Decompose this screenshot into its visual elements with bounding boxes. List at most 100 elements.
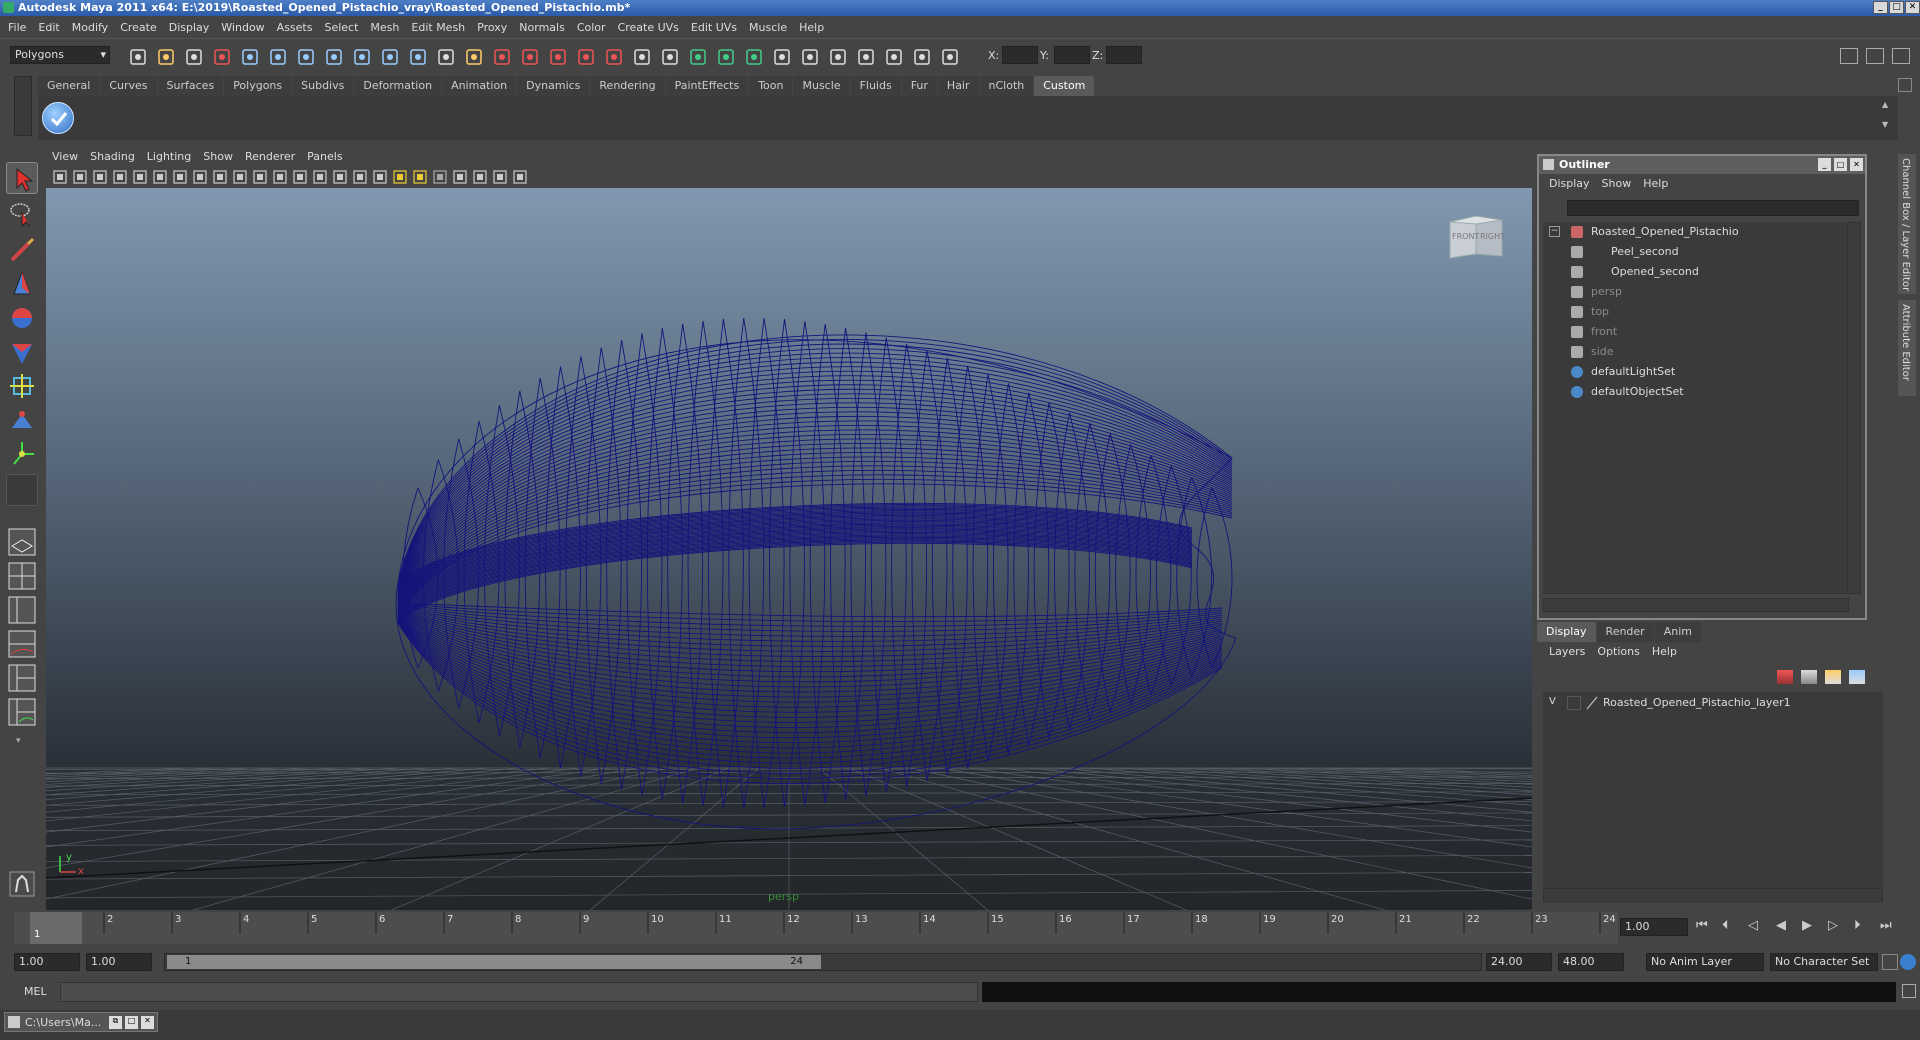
view-cube[interactable]: FRONT RIGHT	[1446, 210, 1506, 260]
menu-assets[interactable]: Assets	[271, 18, 319, 38]
hypershade-layout-icon[interactable]	[6, 662, 38, 694]
step-back-key-icon[interactable]: ⏴	[1722, 918, 1729, 933]
lock-selection-icon[interactable]	[632, 47, 652, 67]
outliner-item[interactable]: defaultLightSet	[1571, 362, 1675, 382]
select-camera-icon[interactable]	[52, 169, 68, 185]
side-tab-channel-box[interactable]: Channel Box / Layer Editor	[1898, 154, 1916, 294]
sel-surfaces-icon[interactable]	[800, 47, 820, 67]
outliner-item[interactable]: defaultObjectSet	[1571, 382, 1684, 402]
sel-rendering-icon[interactable]	[884, 47, 904, 67]
safe-title-icon[interactable]	[272, 169, 288, 185]
soft-modification-icon[interactable]	[6, 404, 38, 436]
grid-icon[interactable]	[152, 169, 168, 185]
auto-key-icon[interactable]	[1882, 954, 1898, 970]
show-hide-shelf-icon[interactable]	[604, 47, 624, 67]
time-slider[interactable]: 123456789101112131415161718192021222324 …	[14, 912, 1618, 944]
layer-menu-options[interactable]: Options	[1591, 642, 1645, 662]
side-tab-attribute-editor[interactable]: Attribute Editor	[1898, 300, 1916, 396]
shelf-tab-subdivs[interactable]: Subdivs	[292, 76, 354, 96]
menu-create-uvs[interactable]: Create UVs	[612, 18, 685, 38]
shelf-tab-rendering[interactable]: Rendering	[590, 76, 665, 96]
open-scene-icon[interactable]	[156, 47, 176, 67]
shelf-tab-fluids[interactable]: Fluids	[850, 76, 901, 96]
xray-joints-icon[interactable]	[372, 169, 388, 185]
outliner-menu-show[interactable]: Show	[1596, 174, 1638, 194]
step-back-frame-icon[interactable]: ◁	[1748, 918, 1758, 933]
layer-menu-layers[interactable]: Layers	[1543, 642, 1591, 662]
viewport-menu-view[interactable]: View	[46, 148, 84, 166]
viewport-menu-shading[interactable]: Shading	[84, 148, 141, 166]
shelf-options-icon[interactable]	[1898, 78, 1912, 92]
outliner-maximize-button[interactable]: □	[1834, 158, 1847, 171]
toolbox-more-icon[interactable]: ▾	[16, 736, 21, 746]
end-time-field[interactable]: 48.00	[1558, 953, 1624, 971]
default-material-icon[interactable]	[332, 169, 348, 185]
command-language-label[interactable]: MEL	[24, 985, 47, 998]
move-tool-icon[interactable]	[6, 268, 38, 300]
current-time-marker[interactable]: 1	[30, 912, 82, 944]
select-tool-icon[interactable]	[6, 162, 38, 194]
shelf-tab-fur[interactable]: Fur	[901, 76, 937, 96]
resolution-gate-icon[interactable]	[192, 169, 208, 185]
make-live-icon[interactable]	[688, 47, 708, 67]
shelf-tab-painteffects[interactable]: PaintEffects	[665, 76, 749, 96]
gate-mask-icon[interactable]	[212, 169, 228, 185]
field-chart-icon[interactable]	[232, 169, 248, 185]
universal-manipulator-icon[interactable]	[6, 370, 38, 402]
menu-create[interactable]: Create	[114, 18, 163, 38]
viewport-menu-panels[interactable]: Panels	[301, 148, 348, 166]
close-button[interactable]: ✕	[1905, 1, 1920, 14]
relative-transform-icon[interactable]	[940, 47, 960, 67]
shelf-tab-ncloth[interactable]: nCloth	[979, 76, 1034, 96]
camera-attr-icon[interactable]	[72, 169, 88, 185]
sel-handles-icon[interactable]	[716, 47, 736, 67]
shelf-tab-dynamics[interactable]: Dynamics	[517, 76, 590, 96]
menu-normals[interactable]: Normals	[513, 18, 571, 38]
single-perspective-layout-icon[interactable]	[6, 526, 38, 558]
render-settings-icon[interactable]	[520, 47, 540, 67]
script-editor-icon[interactable]	[1902, 984, 1916, 998]
film-gate-icon[interactable]	[172, 169, 188, 185]
taskbar-restore-button[interactable]: ⧉	[109, 1016, 122, 1029]
step-forward-frame-icon[interactable]: ▷	[1828, 918, 1838, 933]
new-scene-icon[interactable]	[128, 47, 148, 67]
command-input[interactable]	[60, 982, 978, 1002]
sel-joints-icon[interactable]	[744, 47, 764, 67]
layer-row[interactable]: V Roasted_Opened_Pistachio_layer1	[1543, 694, 1883, 712]
save-scene-icon[interactable]	[184, 47, 204, 67]
layer-icon-4[interactable]	[1849, 670, 1865, 684]
last-tool-slot[interactable]	[6, 474, 38, 506]
outliner-filter-field[interactable]	[1567, 200, 1859, 216]
show-manipulator-icon[interactable]	[6, 438, 38, 470]
shelf-scroll-up[interactable]: ▲	[1882, 100, 1892, 110]
outliner-item[interactable]: front	[1571, 322, 1617, 342]
attribute-editor-toggle-icon[interactable]	[1892, 48, 1910, 64]
sel-misc-icon[interactable]	[912, 47, 932, 67]
layer-icon-1[interactable]	[1777, 670, 1793, 684]
2d-pan-icon[interactable]	[132, 169, 148, 185]
layer-tab-display[interactable]: Display	[1537, 622, 1596, 642]
step-forward-key-icon[interactable]: ⏵	[1854, 918, 1861, 933]
scale-tool-icon[interactable]	[6, 336, 38, 368]
outliner-item[interactable]: top	[1571, 302, 1609, 322]
layer-template-toggle[interactable]	[1567, 696, 1581, 710]
shadows-icon[interactable]	[412, 169, 428, 185]
layer-tab-render[interactable]: Render	[1596, 622, 1654, 642]
shelf-scroll-down[interactable]: ▼	[1882, 120, 1892, 130]
current-time-field[interactable]: 1.00	[1620, 918, 1688, 936]
outliner-menu-display[interactable]: Display	[1543, 174, 1596, 194]
shelf-tab-general[interactable]: General	[38, 76, 100, 96]
select-object-icon[interactable]	[240, 47, 260, 67]
layer-icon-3[interactable]	[1825, 670, 1841, 684]
texture-icon[interactable]	[452, 169, 468, 185]
anim-layer-select[interactable]: No Anim Layer	[1646, 953, 1764, 971]
persp-graph-layout-icon[interactable]	[6, 628, 38, 660]
menu-proxy[interactable]: Proxy	[471, 18, 513, 38]
viewport-canvas[interactable]: FRONT RIGHT y x persp	[46, 188, 1532, 910]
snap-surface-icon[interactable]	[380, 47, 400, 67]
panel-layout-icon[interactable]	[1840, 48, 1858, 64]
shelf-tab-hair[interactable]: Hair	[937, 76, 979, 96]
outliner-vscrollbar[interactable]	[1847, 222, 1861, 594]
snap-point-icon[interactable]	[352, 47, 372, 67]
render-current-icon[interactable]	[464, 47, 484, 67]
